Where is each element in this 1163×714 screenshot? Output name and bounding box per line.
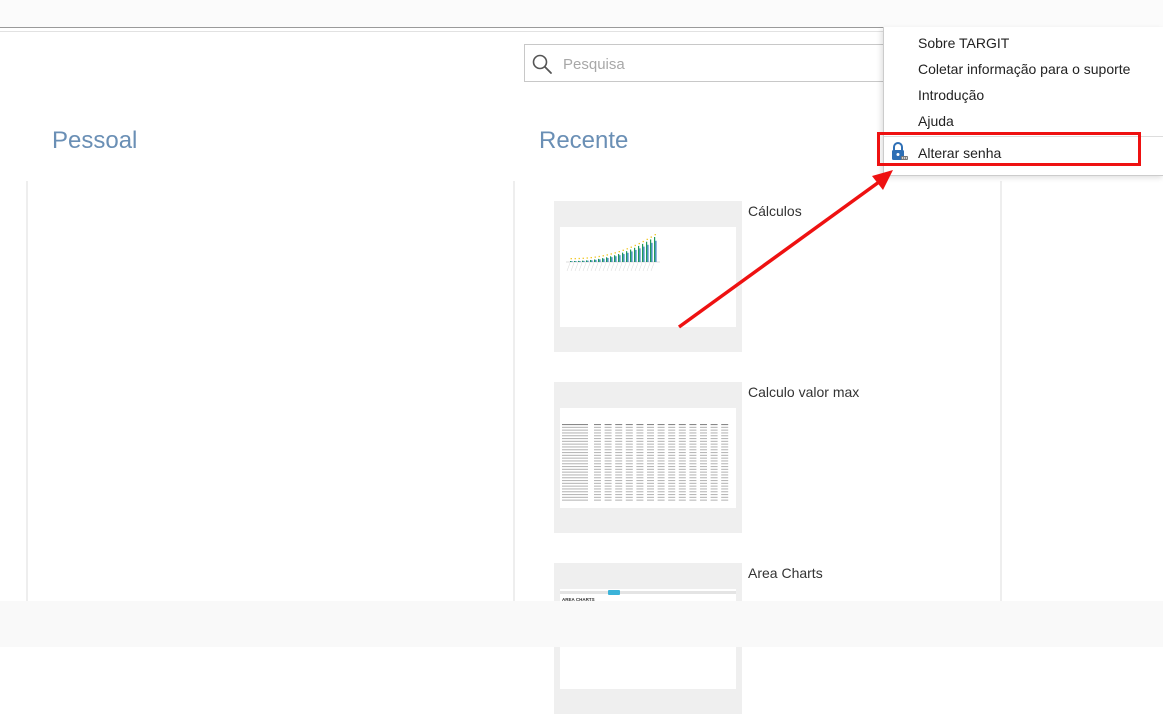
bar-chart-preview: [566, 234, 660, 272]
header-divider: [0, 31, 884, 32]
thumb-bar: [582, 260, 584, 262]
bottom-strip: [0, 601, 1163, 647]
thumbnail[interactable]: [554, 382, 742, 533]
thumb-bar: [622, 252, 624, 262]
thumb-bar: [583, 260, 585, 262]
thumb-marker: [582, 257, 584, 259]
thumb-bar: [575, 261, 577, 262]
table-preview: [562, 424, 729, 501]
thumb-bar: [647, 244, 649, 262]
thumb-marker: [654, 234, 656, 236]
thumb-bar: [626, 251, 628, 262]
menu-item-collect-support-info[interactable]: Coletar informação para o suporte: [918, 61, 1130, 77]
thumb-bar: [602, 258, 604, 262]
thumb-bar: [631, 251, 633, 262]
thumb-bar: [579, 261, 581, 262]
thumb-bar: [635, 249, 637, 262]
recent-item-title[interactable]: Calculo valor max: [748, 384, 859, 400]
thumb-bar: [651, 242, 653, 262]
thumbnail-preview: [560, 227, 736, 327]
thumb-bar: [591, 260, 593, 262]
thumbnail-preview: [560, 408, 736, 508]
recent-column-border-right: [1000, 181, 1002, 601]
thumb-marker: [634, 244, 636, 247]
recent-item-title[interactable]: Cálculos: [748, 203, 802, 219]
thumb-bar: [654, 237, 656, 262]
thumb-bar: [607, 257, 609, 262]
thumb-bar: [606, 257, 608, 262]
thumb-marker: [586, 257, 588, 259]
thumb-bar: [614, 255, 616, 262]
thumb-bar: [650, 239, 652, 262]
thumb-marker: [650, 236, 652, 238]
thumbnail[interactable]: [554, 201, 742, 352]
thumb-bar: [590, 259, 592, 262]
thumb-marker: [626, 248, 628, 250]
thumb-marker: [594, 256, 596, 258]
thumb-marker: [598, 255, 600, 258]
thumb-marker: [570, 258, 572, 260]
thumb-bar: [642, 243, 644, 262]
personal-column-border: [26, 181, 28, 601]
thumb-bar: [586, 260, 588, 262]
thumb-bar: [643, 246, 645, 262]
thumb-marker: [638, 242, 640, 245]
thumb-bar: [619, 255, 621, 262]
thumb-bar: [599, 259, 601, 262]
thumb-bar: [571, 261, 573, 262]
thumb-marker: [590, 256, 592, 259]
thumb-bar: [630, 249, 632, 262]
thumb-marker: [630, 246, 632, 248]
thumb-bar: [578, 260, 580, 262]
search-icon: [532, 54, 552, 74]
thumb-bar: [627, 252, 629, 262]
thumb-bar: [638, 245, 640, 262]
thumb-bar: [603, 258, 605, 262]
recent-item-calculo-valor-max[interactable]: Calculo valor max: [554, 382, 874, 533]
thumb-marker: [642, 240, 644, 243]
thumb-bar: [639, 248, 641, 262]
thumb-bar: [618, 253, 620, 262]
highlight-box: [877, 132, 1141, 166]
thumb-bar: [587, 260, 589, 262]
thumb-marker: [610, 253, 612, 255]
thumb-marker: [614, 252, 616, 254]
thumb-marker: [646, 238, 648, 241]
thumb-bar: [598, 258, 600, 262]
section-title-personal: Pessoal: [52, 127, 138, 154]
thumb-marker: [618, 250, 620, 253]
thumb-marker: [622, 249, 624, 251]
thumb-marker: [606, 254, 608, 256]
thumb-bar: [594, 259, 596, 262]
thumb-bar: [570, 261, 572, 262]
thumb-bar: [610, 256, 612, 262]
section-title-recent: Recente: [539, 127, 629, 154]
thumb-bar: [623, 254, 625, 262]
search-box[interactable]: [524, 44, 904, 82]
menu-item-about[interactable]: Sobre TARGIT: [918, 35, 1009, 51]
recent-item-title[interactable]: Area Charts: [748, 565, 823, 581]
recent-column-border-left: [513, 181, 515, 601]
thumb-bar: [646, 241, 648, 262]
top-bar: [0, 0, 1163, 28]
thumb-marker: [574, 257, 576, 260]
search-input[interactable]: [563, 53, 883, 75]
recent-item-calculos[interactable]: Cálculos: [554, 201, 874, 352]
thumb-marker: [578, 257, 580, 260]
menu-item-introduction[interactable]: Introdução: [918, 87, 984, 103]
thumb-bar: [595, 259, 597, 262]
menu-item-help[interactable]: Ajuda: [918, 113, 954, 129]
thumb-bar: [615, 256, 617, 262]
thumb-bar: [574, 260, 576, 262]
thumb-marker: [602, 255, 604, 257]
thumb-bar: [655, 240, 657, 262]
thumb-bar: [611, 257, 613, 262]
thumb-bar: [634, 247, 636, 262]
